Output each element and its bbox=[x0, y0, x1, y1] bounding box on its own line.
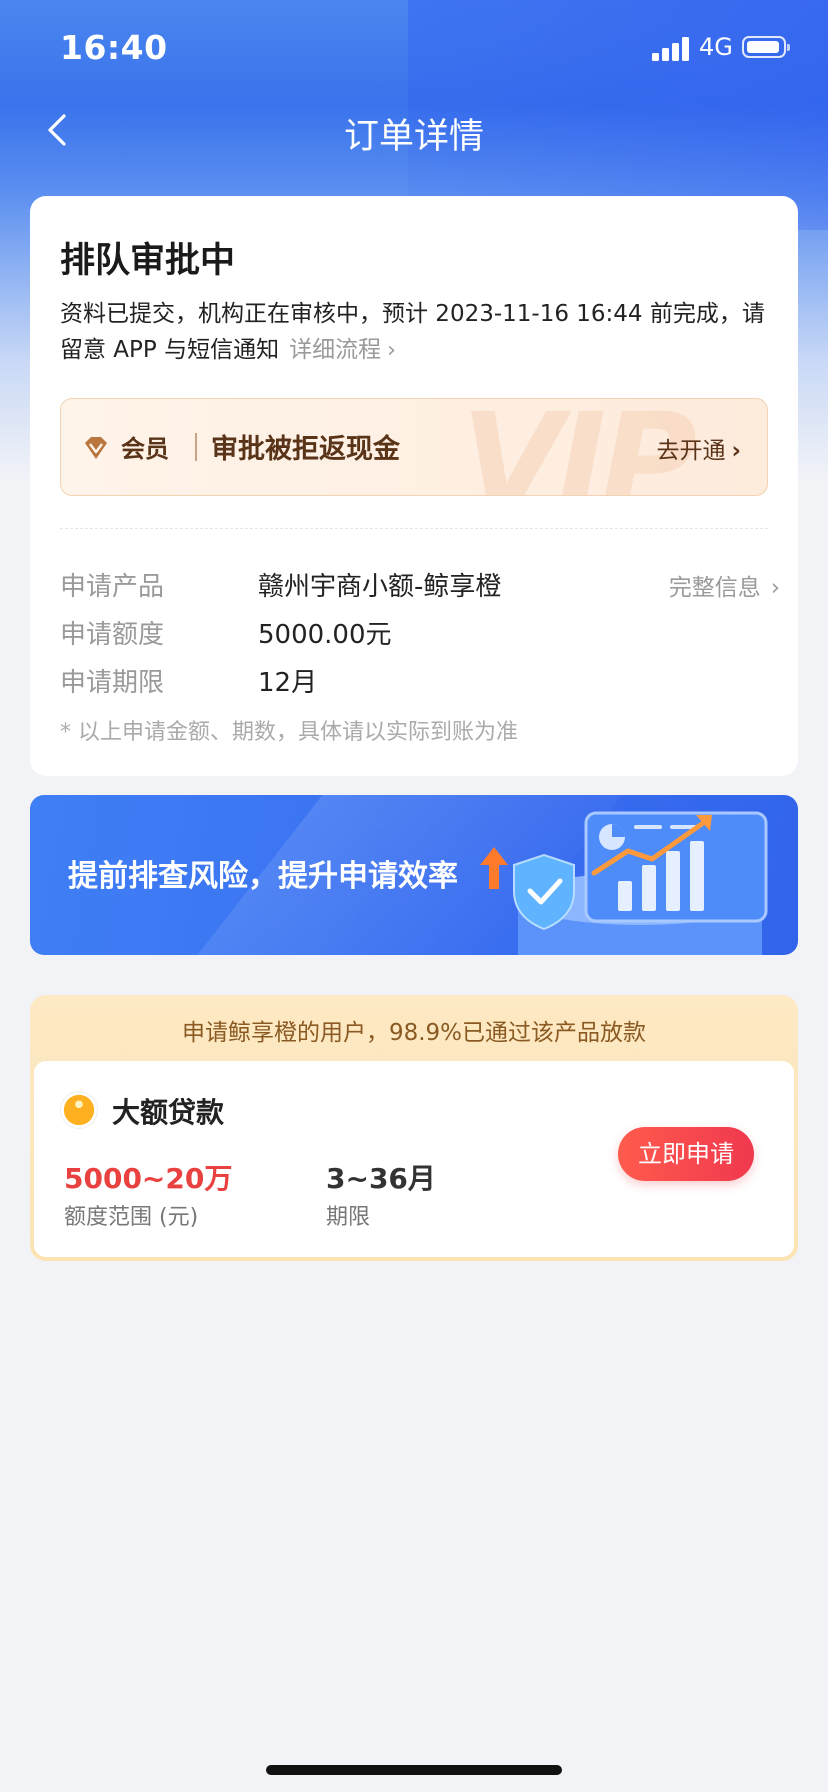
page-title: 订单详情 bbox=[343, 117, 484, 157]
loan-term-label: 期限 bbox=[326, 1205, 371, 1230]
network-type: 4G bbox=[699, 33, 733, 61]
vip-banner[interactable]: VIP 会员 审批被拒返现金 去开通 › bbox=[60, 398, 768, 496]
full-info-link[interactable]: 完整信息 › bbox=[669, 568, 780, 602]
chevron-right-icon: › bbox=[387, 338, 396, 363]
status-time: 16:40 bbox=[60, 28, 168, 67]
arrow-up-icon bbox=[480, 847, 508, 889]
battery-icon bbox=[742, 36, 790, 58]
risk-check-banner[interactable]: 提前排查风险，提升申请效率 bbox=[30, 795, 798, 955]
chevron-right-icon: › bbox=[731, 438, 741, 464]
chevron-right-icon: › bbox=[770, 575, 780, 601]
info-label: 申请额度 bbox=[60, 620, 165, 650]
disclaimer-note: * 以上申请金额、期数，具体请以实际到账为准 bbox=[60, 720, 518, 745]
status-title: 排队审批中 bbox=[60, 241, 236, 281]
info-label: 申请产品 bbox=[60, 572, 165, 602]
detail-flow-link[interactable]: 详细流程 › bbox=[289, 337, 396, 363]
chart-shield-illustration bbox=[513, 811, 768, 955]
vip-divider bbox=[195, 433, 197, 461]
vip-open-button[interactable]: 去开通 › bbox=[657, 431, 741, 465]
status-bar: 16:40 4G bbox=[0, 0, 828, 100]
status-description-text: 资料已提交，机构正在审核中，预计 2023-11-16 16:44 前完成，请留… bbox=[60, 301, 765, 363]
vip-title: 审批被拒返现金 bbox=[211, 434, 400, 465]
loan-recommend-card: 申请鲸享橙的用户，98.9%已通过该产品放款 大额贷款 5000~20万 额度范… bbox=[30, 995, 798, 1261]
nav-bar: 订单详情 bbox=[0, 100, 828, 164]
info-label: 申请期限 bbox=[60, 668, 165, 698]
vip-open-label: 去开通 bbox=[656, 438, 726, 464]
home-indicator bbox=[266, 1765, 562, 1775]
product-logo-icon bbox=[60, 1091, 98, 1129]
loan-title: 大额贷款 bbox=[112, 1096, 225, 1129]
full-info-label: 完整信息 bbox=[668, 575, 761, 601]
info-value: 5000.00元 bbox=[258, 620, 392, 650]
detail-flow-label: 详细流程 bbox=[289, 337, 382, 363]
loan-amount: 5000~20万 bbox=[64, 1162, 233, 1195]
signal-icon bbox=[652, 37, 690, 61]
info-row-amount: 申请额度 5000.00元 bbox=[60, 614, 780, 654]
apply-now-button[interactable]: 立即申请 bbox=[618, 1127, 754, 1181]
info-value: 赣州宇商小额-鲸享橙 bbox=[258, 572, 502, 602]
loan-amount-label: 额度范围 (元) bbox=[64, 1205, 199, 1230]
info-row-product: 申请产品 赣州宇商小额-鲸享橙 完整信息 › bbox=[60, 566, 780, 606]
diamond-icon bbox=[85, 437, 107, 459]
promo-text: 提前排查风险，提升申请效率 bbox=[68, 859, 458, 894]
loan-term: 3~36月 bbox=[326, 1162, 436, 1195]
info-row-term: 申请期限 12月 bbox=[60, 662, 780, 702]
loan-body[interactable]: 大额贷款 5000~20万 额度范围 (元) 3~36月 期限 立即申请 bbox=[34, 1061, 794, 1257]
info-value: 12月 bbox=[258, 668, 318, 698]
vip-tag: 会员 bbox=[121, 435, 169, 463]
status-description: 资料已提交，机构正在审核中，预计 2023-11-16 16:44 前完成，请留… bbox=[60, 296, 780, 369]
approval-status-card: 排队审批中 资料已提交，机构正在审核中，预计 2023-11-16 16:44 … bbox=[30, 196, 798, 776]
loan-header: 申请鲸享橙的用户，98.9%已通过该产品放款 bbox=[181, 1020, 647, 1046]
divider bbox=[60, 528, 768, 529]
